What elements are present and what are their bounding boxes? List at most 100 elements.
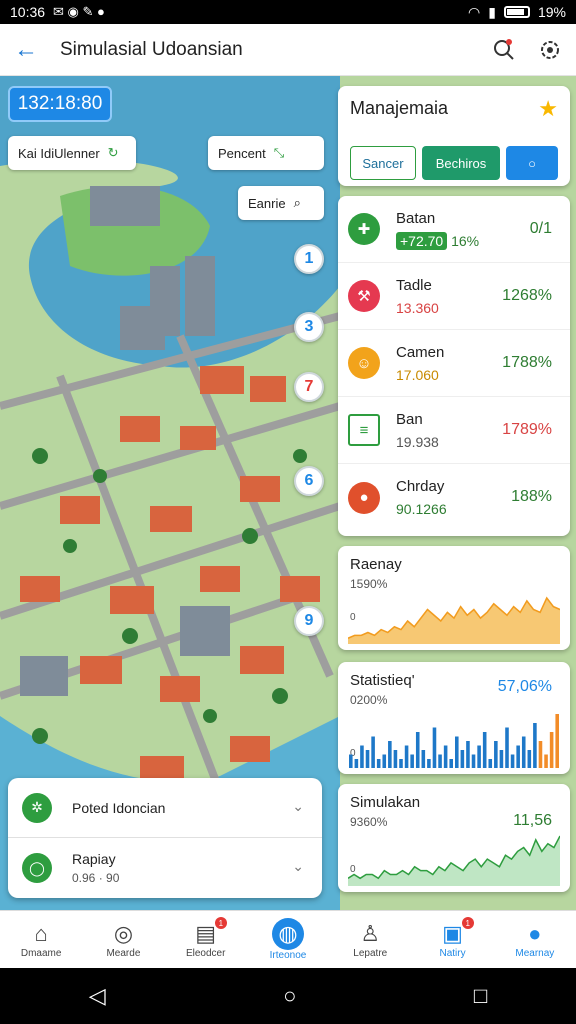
bar: [371, 736, 375, 768]
toggle-button[interactable]: ○: [506, 146, 558, 180]
bar: [555, 714, 559, 768]
wifi-icon: ◠: [468, 3, 481, 20]
person-icon: ♙: [360, 921, 381, 946]
magnifier-icon: ⌕: [293, 195, 301, 210]
resource-percent: 1268%: [502, 287, 552, 304]
management-title: Manajemaia: [350, 98, 449, 118]
bar: [538, 741, 543, 768]
resource-row[interactable]: ✚ Batan +72.70 16% 0/1: [338, 196, 570, 263]
bar: [404, 745, 409, 768]
bar: [449, 759, 453, 768]
resources-card: ✚ Batan +72.70 16% 0/1 ⚒ Tadle 13.360 12…: [338, 196, 570, 536]
chart-subtitle: 1590%: [350, 577, 388, 591]
map-pin[interactable]: 1: [294, 244, 324, 274]
resource-percent: 0/1: [529, 220, 552, 237]
chart-card-raenay[interactable]: Raenay 1590% 0: [338, 546, 570, 650]
nav-label: Mearde: [106, 948, 141, 959]
gear-circle-icon: ✲: [22, 792, 52, 823]
map-search-chip[interactable]: Eanrie ⌕: [238, 186, 324, 220]
bar: [349, 754, 353, 768]
resource-row[interactable]: ≡ Ban 19.938 1789%: [338, 397, 570, 464]
chevron-down-icon[interactable]: ⌄: [292, 858, 304, 875]
bar: [499, 750, 504, 768]
area-chart: [348, 596, 560, 644]
bar: [399, 759, 403, 768]
system-home-icon[interactable]: ○: [283, 983, 296, 1009]
chart-card-simulakan[interactable]: Simulakan 9360% 11,56 0: [338, 784, 570, 892]
bechiros-button[interactable]: Bechiros: [422, 146, 500, 180]
bar: [460, 750, 465, 768]
map-search-label: Eanrie: [248, 195, 286, 211]
sheet-row-title: Poted Idoncian: [72, 799, 166, 816]
system-back-icon[interactable]: ◁: [89, 983, 106, 1009]
search-icon[interactable]: [492, 38, 516, 62]
back-arrow-icon[interactable]: ←: [14, 36, 48, 64]
nav-item-active[interactable]: ◍ Irteonoe: [247, 911, 329, 968]
bar: [415, 732, 420, 768]
battery-icon: [503, 6, 530, 18]
bar: [443, 745, 448, 768]
status-bar: 10:36 ✉ ◉ ✎ ● ◠ ▮ 19%: [0, 0, 576, 24]
management-segment: Sancer Bechiros ○: [350, 146, 558, 180]
bar: [354, 759, 359, 768]
people-icon: ●: [348, 481, 380, 514]
chart-card-statistics[interactable]: Statistieq' 0200% 57,06% 0: [338, 662, 570, 774]
page-title: Simulasial Udoansian: [60, 38, 243, 60]
resource-name: Chrday: [396, 478, 445, 495]
resource-row[interactable]: ☺ Camen 17.060 1788%: [338, 330, 570, 397]
resource-percent: 1789%: [502, 421, 552, 438]
resource-percent: 1788%: [502, 354, 552, 371]
bar: [432, 727, 437, 768]
resource-name: Ban: [396, 410, 423, 428]
resource-value: 13.360: [396, 299, 439, 316]
bar: [494, 741, 498, 768]
settings-gear-icon[interactable]: [538, 38, 562, 62]
bar: [438, 754, 442, 768]
location-chip[interactable]: Kai IdiUlenner ↻: [8, 136, 136, 170]
sheet-row[interactable]: ◯ Rapiay 0.96 · 90 ⌄: [8, 838, 322, 898]
resource-value: 19.938: [396, 433, 439, 450]
resource-row[interactable]: ⚒ Tadle 13.360 1268%: [338, 263, 570, 330]
nav-label: Eleodcer: [185, 948, 226, 959]
bar: [382, 754, 387, 768]
refresh-icon: ↻: [107, 145, 119, 160]
chevron-down-icon[interactable]: ⌄: [292, 798, 304, 815]
map-pin[interactable]: 7: [294, 372, 324, 402]
bar: [488, 759, 493, 768]
nav-item-notify[interactable]: 1 ▣ Natiry: [411, 911, 493, 968]
map-pin[interactable]: 3: [294, 312, 324, 342]
sheet-row-title: Rapiay: [72, 851, 116, 867]
notification-icons: ✉ ◉ ✎ ●: [53, 4, 105, 19]
notification-badge: 1: [214, 917, 227, 929]
nav-label: Lepatre: [353, 948, 388, 959]
resource-row[interactable]: ● Chrday 90.1266 188%: [338, 464, 570, 531]
bar: [544, 754, 548, 768]
sheet-row[interactable]: ✲ Poted Idoncian ⌄: [8, 778, 322, 838]
globe-icon: ◍: [271, 918, 304, 950]
percent-chip-label: Pencent: [218, 145, 266, 161]
nav-item-account[interactable]: ● Mearnay: [494, 911, 576, 968]
system-recents-icon[interactable]: □: [474, 983, 487, 1009]
bar: [360, 745, 364, 768]
battery-percent: 19%: [537, 4, 566, 20]
bar: [510, 754, 515, 768]
nav-item-messages[interactable]: ◎ Mearde: [82, 911, 164, 968]
bar: [466, 741, 470, 768]
nav-item-profile[interactable]: ♙ Lepatre: [329, 911, 411, 968]
management-card: Manajemaia ★ Sancer Bechiros ○: [338, 86, 570, 186]
sancer-button[interactable]: Sancer: [350, 146, 416, 180]
map-pin[interactable]: 9: [294, 606, 324, 636]
map-pin[interactable]: 6: [294, 466, 324, 496]
document-icon: ≡: [348, 414, 380, 446]
nav-item-home[interactable]: ⌂ Dmaame: [0, 911, 82, 968]
percent-chip[interactable]: Pencent ⤡: [208, 136, 324, 170]
bar: [427, 759, 431, 768]
nav-item-elections[interactable]: 1 ▤ Eleodcer: [165, 911, 247, 968]
star-icon[interactable]: ★: [538, 96, 558, 122]
worker-icon: ☺: [348, 347, 380, 379]
city-map[interactable]: 132:18:80 Kai IdiUlenner ↻ Pencent ⤡ Ean…: [0, 76, 576, 910]
plus-circle-icon: ✚: [348, 213, 380, 245]
simulation-clock[interactable]: 132:18:80: [8, 86, 112, 122]
chart-title: Raenay: [350, 556, 402, 573]
bar: [516, 745, 520, 768]
